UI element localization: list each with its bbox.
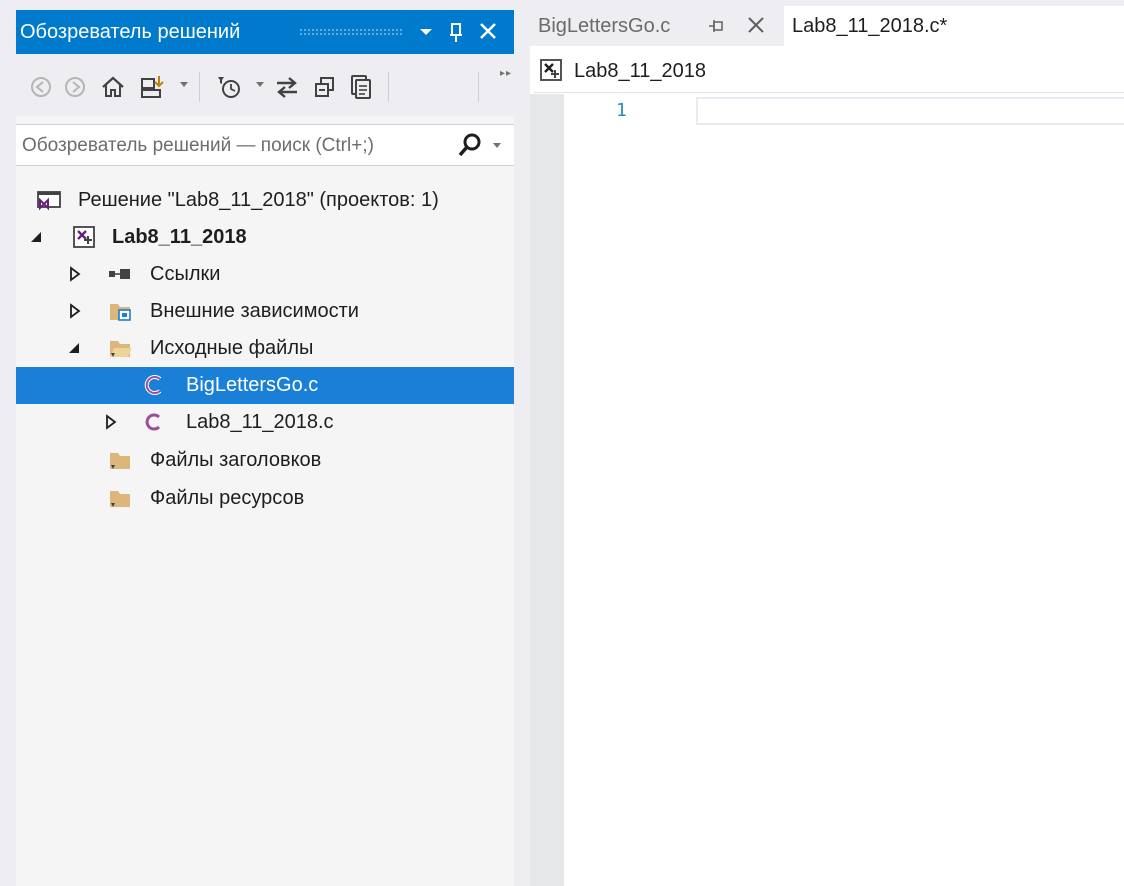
panel-title: Обозреватель решений xyxy=(20,21,241,43)
folder-open-icon xyxy=(110,341,132,357)
tree-item-solution[interactable]: Решение "Lab8_11_2018" (проектов: 1) xyxy=(16,182,514,219)
show-all-files-icon xyxy=(351,75,371,99)
current-line-highlight[interactable] xyxy=(696,97,1124,125)
solution-tree: Решение "Lab8_11_2018" (проектов: 1) Lab… xyxy=(16,170,514,886)
pending-changes-filter-button[interactable] xyxy=(212,74,246,100)
navigation-bar: Lab8_11_2018 xyxy=(534,52,1124,93)
expanded-arrow-icon[interactable] xyxy=(30,229,44,245)
toolbar-separator xyxy=(388,72,389,102)
toolbar-separator xyxy=(478,72,479,102)
tab-close-button[interactable] xyxy=(744,12,768,38)
tree-item-header-files[interactable]: Файлы заголовков xyxy=(16,442,514,479)
window-position-dropdown-button[interactable] xyxy=(414,18,438,46)
search-options-dropdown[interactable] xyxy=(493,143,501,148)
external-dependencies-label: Внешние зависимости xyxy=(150,300,359,322)
switch-views-dropdown[interactable] xyxy=(180,82,188,87)
show-all-files-button[interactable] xyxy=(346,74,376,100)
solution-icon xyxy=(37,191,61,211)
close-icon xyxy=(748,17,764,33)
collapsed-arrow-icon[interactable] xyxy=(68,303,82,319)
sync-arrows-icon xyxy=(277,77,297,98)
folder-icon xyxy=(110,491,130,507)
panel-splitter[interactable] xyxy=(514,0,530,886)
forward-button[interactable] xyxy=(62,74,88,100)
collapse-all-button[interactable] xyxy=(310,74,340,100)
drag-grip[interactable] xyxy=(299,28,403,36)
project-dropdown[interactable]: Lab8_11_2018 xyxy=(574,60,706,83)
collapsed-arrow-icon[interactable] xyxy=(104,414,118,430)
pin-icon xyxy=(450,23,462,42)
toolbar-separator xyxy=(199,72,200,102)
tree-item-source-files[interactable]: Исходные файлы xyxy=(16,330,514,367)
tree-item-external-dependencies[interactable]: Внешние зависимости xyxy=(16,293,514,330)
search-button[interactable] xyxy=(456,132,484,158)
clock-filter-icon xyxy=(218,77,240,98)
tree-item-project[interactable]: Lab8_11_2018 xyxy=(16,219,514,256)
chevron-down-icon xyxy=(420,29,432,35)
sync-with-active-document-button[interactable] xyxy=(272,74,302,100)
biglettersgo-label: BigLettersGo.c xyxy=(186,374,319,396)
lab8-file-label: Lab8_11_2018.c xyxy=(186,411,334,433)
tab-pin-button[interactable] xyxy=(706,14,726,38)
tree-item-biglettersgo-c[interactable]: BigLettersGo.c xyxy=(16,367,514,404)
tree-item-lab8-c[interactable]: Lab8_11_2018.c xyxy=(16,404,514,441)
c-file-icon xyxy=(144,375,162,395)
folder-icon xyxy=(110,453,130,469)
collapsed-arrow-icon[interactable] xyxy=(68,266,82,282)
tab-lab8-c[interactable]: Lab8_11_2018.c* xyxy=(784,6,1124,46)
close-icon xyxy=(480,23,496,39)
cpp-project-icon xyxy=(540,59,562,81)
resource-files-label: Файлы ресурсов xyxy=(150,487,305,509)
search-input[interactable] xyxy=(20,132,454,160)
back-arrow-icon xyxy=(31,77,51,97)
switch-views-icon xyxy=(141,76,164,98)
line-number: 1 xyxy=(616,100,627,121)
solution-label: Решение "Lab8_11_2018" (проектов: 1) xyxy=(78,189,439,211)
search-icon xyxy=(458,133,481,157)
header-files-label: Файлы заголовков xyxy=(150,449,322,471)
tab-label: BigLettersGo.c xyxy=(538,15,671,37)
forward-arrow-icon xyxy=(65,77,85,97)
external-dependencies-icon xyxy=(110,304,131,321)
filter-dropdown[interactable] xyxy=(256,82,264,87)
close-panel-button[interactable] xyxy=(476,18,500,46)
project-label: Lab8_11_2018 xyxy=(112,226,247,248)
tree-item-resource-files[interactable]: Файлы ресурсов xyxy=(16,480,514,517)
document-tabstrip: BigLettersGo.c Lab8_11_2018.c* xyxy=(530,0,1124,49)
c-file-icon xyxy=(145,413,161,431)
cpp-project-icon xyxy=(73,226,95,248)
toolbar-overflow-button[interactable]: ▸▸ xyxy=(500,68,512,79)
back-button[interactable] xyxy=(28,74,54,100)
references-icon xyxy=(109,269,130,279)
search-box xyxy=(16,124,514,166)
tab-biglettersgo-c[interactable]: BigLettersGo.c xyxy=(530,6,784,46)
solution-explorer-toolbar: ▸▸ xyxy=(16,54,514,116)
home-button[interactable] xyxy=(98,74,128,100)
ide-window: Обозреватель решений ▸▸ Обозреватель реш… xyxy=(0,0,1124,886)
solution-explorer-titlebar[interactable]: Обозреватель решений xyxy=(16,10,514,54)
pin-button[interactable] xyxy=(444,18,468,46)
code-editor: BigLettersGo.c Lab8_11_2018.c* Lab8_11_2… xyxy=(530,0,1124,886)
home-icon xyxy=(102,76,124,97)
switch-views-button[interactable] xyxy=(138,74,172,100)
tree-item-references[interactable]: Ссылки xyxy=(16,256,514,293)
expanded-arrow-icon[interactable] xyxy=(68,340,82,356)
solution-explorer-panel: Обозреватель решений ▸▸ Обозреватель реш… xyxy=(16,10,514,886)
collapse-all-icon xyxy=(315,77,334,97)
references-label: Ссылки xyxy=(150,263,221,285)
source-files-label: Исходные файлы xyxy=(150,337,314,359)
pin-icon xyxy=(709,20,723,32)
tab-label: Lab8_11_2018.c* xyxy=(792,15,948,37)
editor-margin xyxy=(530,94,564,886)
